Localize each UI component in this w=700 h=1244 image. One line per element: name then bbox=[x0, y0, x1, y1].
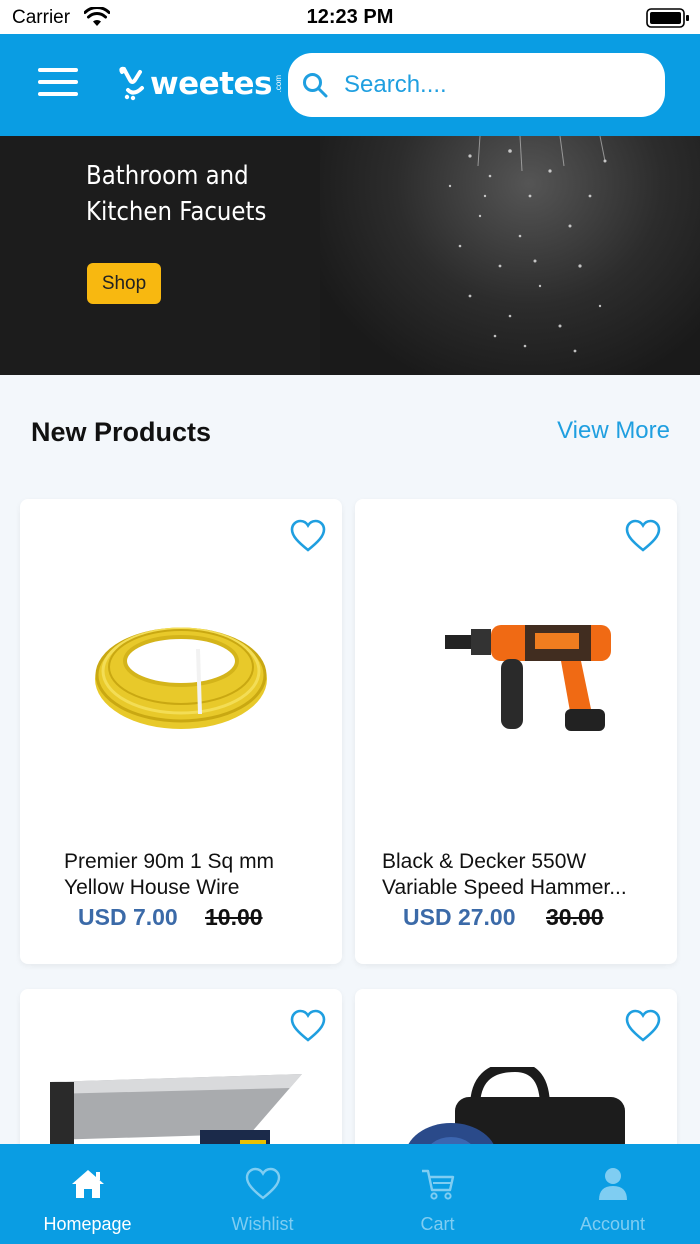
hamburger-menu-icon[interactable] bbox=[38, 68, 78, 98]
user-icon bbox=[598, 1168, 627, 1200]
app-header: weetes .com bbox=[0, 34, 700, 136]
logo-mark-icon bbox=[119, 66, 144, 101]
tab-homepage[interactable]: Homepage bbox=[0, 1144, 175, 1244]
search-box[interactable] bbox=[288, 53, 665, 117]
view-more-link[interactable]: View More bbox=[557, 417, 670, 445]
product-name-line1: Premier 90m 1 Sq mm bbox=[64, 850, 275, 873]
product-card[interactable]: Premier 90m 1 Sq mm Yellow House Wire US… bbox=[20, 499, 342, 964]
banner-title: Bathroom and Kitchen Facuets bbox=[86, 158, 266, 230]
status-time: 12:23 PM bbox=[306, 6, 394, 28]
search-input[interactable] bbox=[344, 71, 634, 99]
cart-icon bbox=[421, 1169, 454, 1200]
logo-text: weetes bbox=[150, 66, 272, 102]
tab-label: Wishlist bbox=[231, 1214, 294, 1234]
product-image-wire-coil bbox=[95, 627, 267, 729]
tab-cart[interactable]: Cart bbox=[350, 1144, 525, 1244]
banner-title-line1: Bathroom and bbox=[86, 161, 249, 191]
brand-logo[interactable]: weetes .com bbox=[118, 66, 283, 102]
product-price: USD 7.00 bbox=[78, 904, 178, 930]
search-icon bbox=[303, 73, 328, 98]
wishlist-heart-icon[interactable] bbox=[290, 519, 326, 553]
wishlist-heart-icon[interactable] bbox=[625, 1009, 661, 1043]
wishlist-heart-icon[interactable] bbox=[625, 519, 661, 553]
tab-account[interactable]: Account bbox=[525, 1144, 700, 1244]
status-bar: Carrier 12:23 PM bbox=[0, 0, 700, 34]
product-price: USD 27.00 bbox=[403, 904, 516, 930]
wishlist-heart-icon[interactable] bbox=[290, 1009, 326, 1043]
product-card[interactable]: Black & Decker 550W Variable Speed Hamme… bbox=[355, 499, 677, 964]
product-name-line2: Yellow House Wire bbox=[64, 876, 240, 899]
logo-suffix: .com bbox=[273, 75, 283, 93]
tab-wishlist[interactable]: Wishlist bbox=[175, 1144, 350, 1244]
tab-label: Cart bbox=[420, 1214, 455, 1234]
product-old-price: 30.00 bbox=[546, 904, 604, 930]
battery-icon bbox=[646, 8, 689, 28]
promo-banner[interactable]: Bathroom and Kitchen Facuets Shop bbox=[0, 136, 700, 375]
tab-label: Account bbox=[579, 1214, 646, 1234]
product-old-price: 10.00 bbox=[205, 904, 263, 930]
home-icon bbox=[71, 1170, 104, 1198]
bottom-tab-bar: Homepage Wishlist Cart Account bbox=[0, 1144, 700, 1244]
shop-button[interactable]: Shop bbox=[87, 263, 161, 304]
banner-title-line2: Kitchen Facuets bbox=[86, 197, 267, 227]
water-splash-image bbox=[320, 136, 700, 375]
tab-label: Homepage bbox=[43, 1214, 132, 1234]
product-name-line1: Black & Decker 550W bbox=[382, 850, 587, 873]
heart-icon bbox=[245, 1167, 280, 1200]
product-image-hammer-drill bbox=[445, 625, 611, 731]
product-name-line2: Variable Speed Hammer... bbox=[382, 876, 627, 899]
section-title: New Products bbox=[31, 417, 212, 447]
